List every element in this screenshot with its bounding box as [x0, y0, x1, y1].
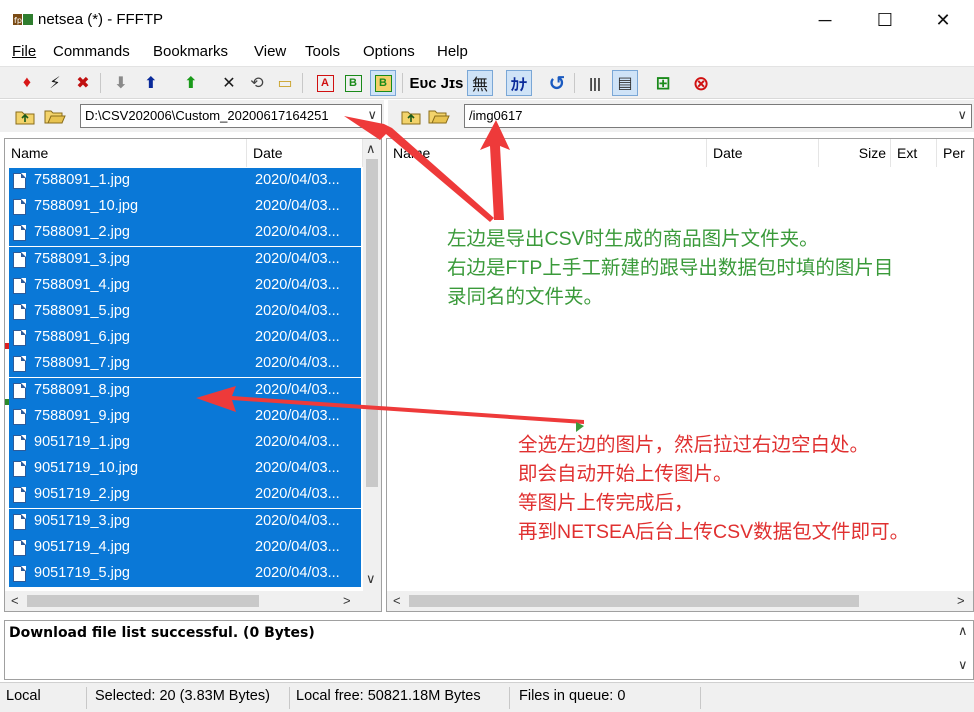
- annotation-folders-explanation: 左边是导出CSV时生成的商品图片文件夹。 右边是FTP上手工新建的跟导出数据包时…: [447, 228, 894, 308]
- annotation-arrows: [196, 116, 584, 432]
- arrow-to-selected-files: [196, 386, 584, 424]
- arrow-to-remote-path: [480, 120, 510, 220]
- annotation-upload-instructions: 全选左边的图片，然后拉过右边空白处。 即会自动开始上传图片。 等图片上传完成后，…: [518, 434, 910, 543]
- arrow-to-local-path: [344, 116, 494, 222]
